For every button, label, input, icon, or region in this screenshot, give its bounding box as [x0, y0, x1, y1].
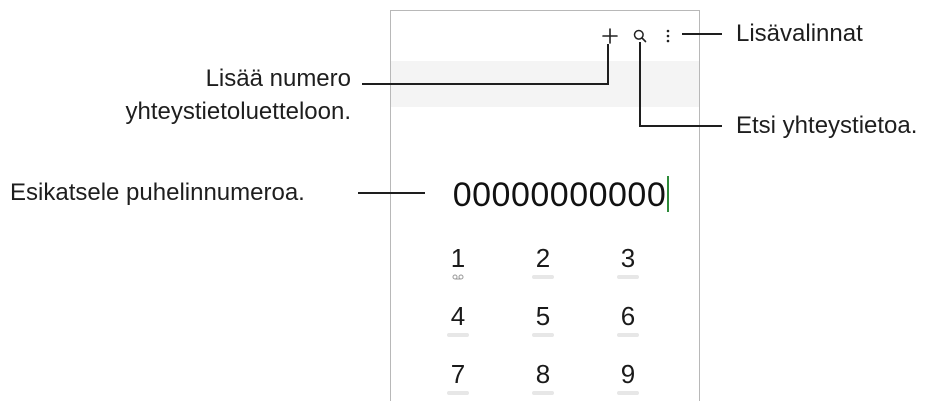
key-6[interactable]: 6 — [598, 301, 658, 351]
callout-add-number-line2: yhteystietoluetteloon. — [125, 98, 351, 125]
key-letters-placeholder — [617, 275, 639, 279]
dialer-toolbar — [391, 11, 699, 61]
key-digit: 9 — [620, 359, 636, 389]
key-1[interactable]: 1 — [428, 243, 488, 293]
plus-icon — [602, 28, 618, 44]
key-7[interactable]: 7 — [428, 359, 488, 401]
key-digit: 1 — [450, 243, 466, 273]
key-digit: 2 — [535, 243, 551, 273]
key-4[interactable]: 4 — [428, 301, 488, 351]
dialed-number-display[interactable]: 00000000000 — [391, 175, 699, 215]
voicemail-icon — [428, 273, 488, 281]
text-cursor — [667, 176, 670, 212]
callout-add-number-line1: Lisää numero — [205, 65, 351, 92]
more-options-button[interactable] — [661, 25, 675, 47]
key-letters-placeholder — [532, 275, 554, 279]
key-9[interactable]: 9 — [598, 359, 658, 401]
key-letters-placeholder — [617, 391, 639, 395]
key-digit: 6 — [620, 301, 636, 331]
key-digit: 8 — [535, 359, 551, 389]
key-letters-placeholder — [532, 391, 554, 395]
contact-preview-band — [391, 61, 699, 107]
key-letters-placeholder — [447, 333, 469, 337]
phone-screen: 00000000000 1 2 3 4 5 6 7 8 9 — [390, 10, 700, 401]
more-vertical-icon — [666, 29, 670, 43]
key-2[interactable]: 2 — [513, 243, 573, 293]
callout-search-contact: Etsi yhteystietoa. — [736, 112, 918, 139]
key-3[interactable]: 3 — [598, 243, 658, 293]
key-letters-placeholder — [617, 333, 639, 337]
callout-more-options: Lisävalinnat — [736, 20, 863, 47]
callout-preview-number: Esikatsele puhelinnumeroa. — [10, 179, 305, 206]
search-button[interactable] — [629, 25, 651, 47]
key-8[interactable]: 8 — [513, 359, 573, 401]
key-digit: 3 — [620, 243, 636, 273]
annotated-screenshot: 00000000000 1 2 3 4 5 6 7 8 9 Lisävalinn… — [0, 0, 947, 401]
key-5[interactable]: 5 — [513, 301, 573, 351]
dialed-number: 00000000000 — [452, 176, 667, 214]
add-contact-button[interactable] — [599, 25, 621, 47]
key-digit: 5 — [535, 301, 551, 331]
key-letters-placeholder — [447, 391, 469, 395]
key-digit: 7 — [450, 359, 466, 389]
key-letters-placeholder — [532, 333, 554, 337]
search-icon — [633, 29, 647, 43]
key-digit: 4 — [450, 301, 466, 331]
